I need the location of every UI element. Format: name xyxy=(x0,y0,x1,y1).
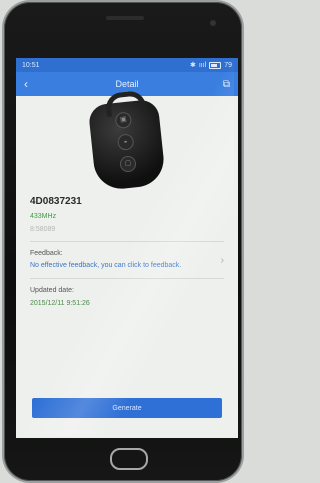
car-button-icon: ◒ xyxy=(116,133,135,151)
status-time: 10:51 xyxy=(22,61,40,69)
feedback-link[interactable]: No effective feedback, you can click to … xyxy=(30,261,190,270)
extra-info: 8:58089 xyxy=(30,226,56,233)
detail-content: ▣ ◒ ▢ 4D0837231 433MHz 8:58089 Feedback:… xyxy=(16,89,238,438)
back-arrow-icon[interactable]: ‹ xyxy=(24,77,40,91)
earpiece-speaker xyxy=(106,16,144,20)
generate-button[interactable]: Generate xyxy=(32,398,222,418)
status-bar: 10:51 ✱ ıııl 79 xyxy=(16,58,238,72)
part-number: 4D0837231 xyxy=(30,196,82,207)
battery-level: 79 xyxy=(224,61,232,69)
updated-date: 2015/12/11 9:51:26 xyxy=(30,300,90,307)
frequency: 433MHz xyxy=(30,213,57,220)
unlock-button-icon: ▢ xyxy=(119,155,137,173)
phone-frame: 10:51 ✱ ıııl 79 ‹ Detail ⧉ ▣ ◒ ▢ 4D08372… xyxy=(4,2,242,481)
chevron-right-icon: › xyxy=(220,254,224,266)
key-fob-image: ▣ ◒ ▢ xyxy=(87,89,167,192)
page-title: Detail xyxy=(115,79,139,89)
key-info: 4D0837231 433MHz 8:58089 Feedback: No ef… xyxy=(16,196,238,307)
bluetooth-icon: ✱ xyxy=(189,62,196,69)
status-icons: ✱ ıııl 79 xyxy=(190,61,232,69)
feedback-label: Feedback: xyxy=(30,250,63,257)
feedback-row[interactable]: Feedback: No effective feedback, you can… xyxy=(30,250,224,270)
lock-button-icon: ▣ xyxy=(114,111,133,130)
share-icon[interactable]: ⧉ xyxy=(214,79,230,90)
screen: 10:51 ✱ ıııl 79 ‹ Detail ⧉ ▣ ◒ ▢ 4D08372… xyxy=(16,58,238,438)
signal-icon: ıııl xyxy=(198,61,207,69)
front-camera xyxy=(210,20,216,26)
divider xyxy=(30,241,224,242)
key-image: ▣ ◒ ▢ xyxy=(16,89,238,194)
home-button[interactable] xyxy=(110,448,148,470)
updated-label: Updated date: xyxy=(30,287,74,294)
divider xyxy=(30,278,224,279)
battery-icon xyxy=(209,61,222,69)
